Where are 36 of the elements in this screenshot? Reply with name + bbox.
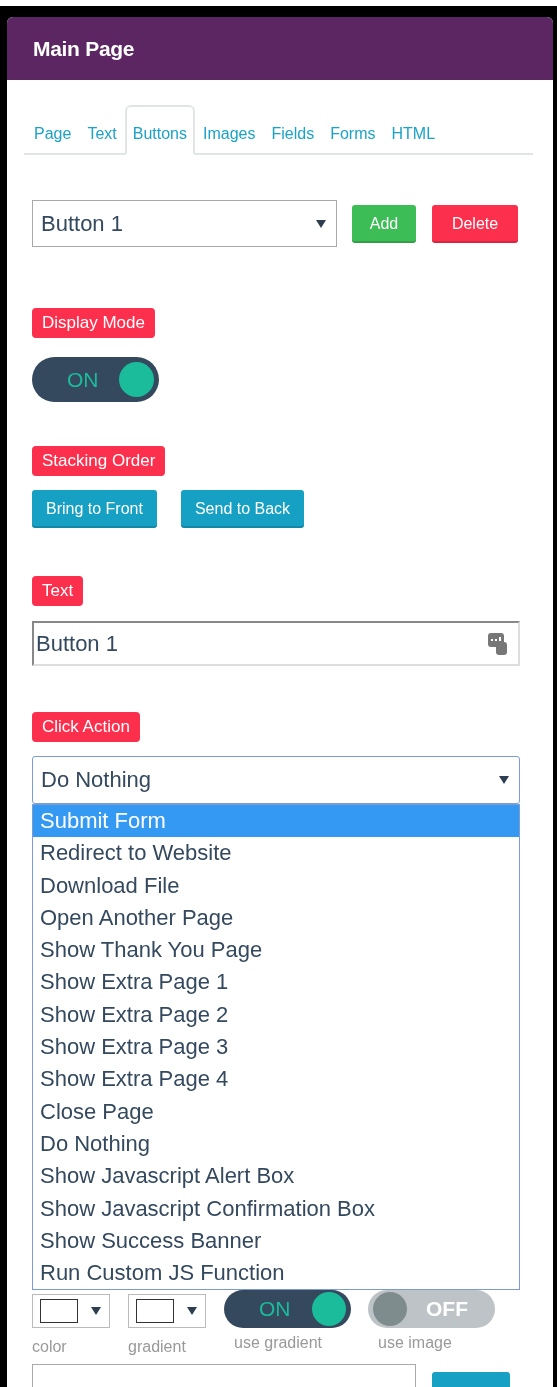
dropdown-option[interactable]: Run Custom JS Function <box>33 1257 519 1290</box>
dropdown-option[interactable]: Close Page <box>33 1095 519 1128</box>
dropdown-option[interactable]: Show Extra Page 3 <box>33 1031 519 1064</box>
dropdown-option[interactable]: Show Extra Page 1 <box>33 966 519 999</box>
control-label: color <box>32 1338 68 1356</box>
toggle-switch[interactable]: ON <box>32 357 159 402</box>
dropdown-option[interactable]: Show Extra Page 4 <box>33 1063 519 1096</box>
color-picker[interactable] <box>32 1294 110 1328</box>
dropdown-option[interactable]: Show Javascript Confirmation Box <box>33 1192 519 1225</box>
color-picker[interactable] <box>128 1294 206 1328</box>
section-label: Click Action <box>32 712 140 742</box>
control-label: use image <box>377 1334 453 1352</box>
dropdown-option[interactable]: Open Another Page <box>33 901 519 935</box>
dropdown-option[interactable]: Redirect to Website <box>33 837 519 870</box>
dropdown-option[interactable]: Show Success Banner <box>33 1224 519 1258</box>
grid-icon[interactable] <box>488 632 508 655</box>
control-label: use gradient <box>233 1334 324 1352</box>
panel-title: Main Page <box>33 36 135 61</box>
text-field[interactable]: Button 1 <box>32 621 520 666</box>
dropdown-option[interactable]: Show Thank You Page <box>33 934 519 967</box>
section-label: Display Mode <box>32 308 155 338</box>
delete-button[interactable]: Delete <box>432 204 518 243</box>
dropdown-option[interactable]: Download File <box>33 869 519 902</box>
toggle-switch[interactable]: ON <box>224 1290 351 1328</box>
section-label: Stacking Order <box>32 446 166 476</box>
caret-icon <box>499 776 509 784</box>
control-label: gradient <box>128 1338 187 1356</box>
dropdown-option[interactable]: Show Extra Page 2 <box>33 998 519 1032</box>
action-select[interactable]: Do Nothing <box>32 756 520 804</box>
caret-icon <box>187 1307 197 1315</box>
dropdown-option[interactable]: Show Javascript Alert Box <box>33 1160 519 1193</box>
dropdown-option[interactable]: Do Nothing <box>33 1127 519 1161</box>
button-select[interactable]: Button 1 <box>32 200 337 247</box>
caret-icon <box>316 219 326 228</box>
caret-icon <box>91 1307 101 1315</box>
section-label: Text <box>32 576 84 606</box>
